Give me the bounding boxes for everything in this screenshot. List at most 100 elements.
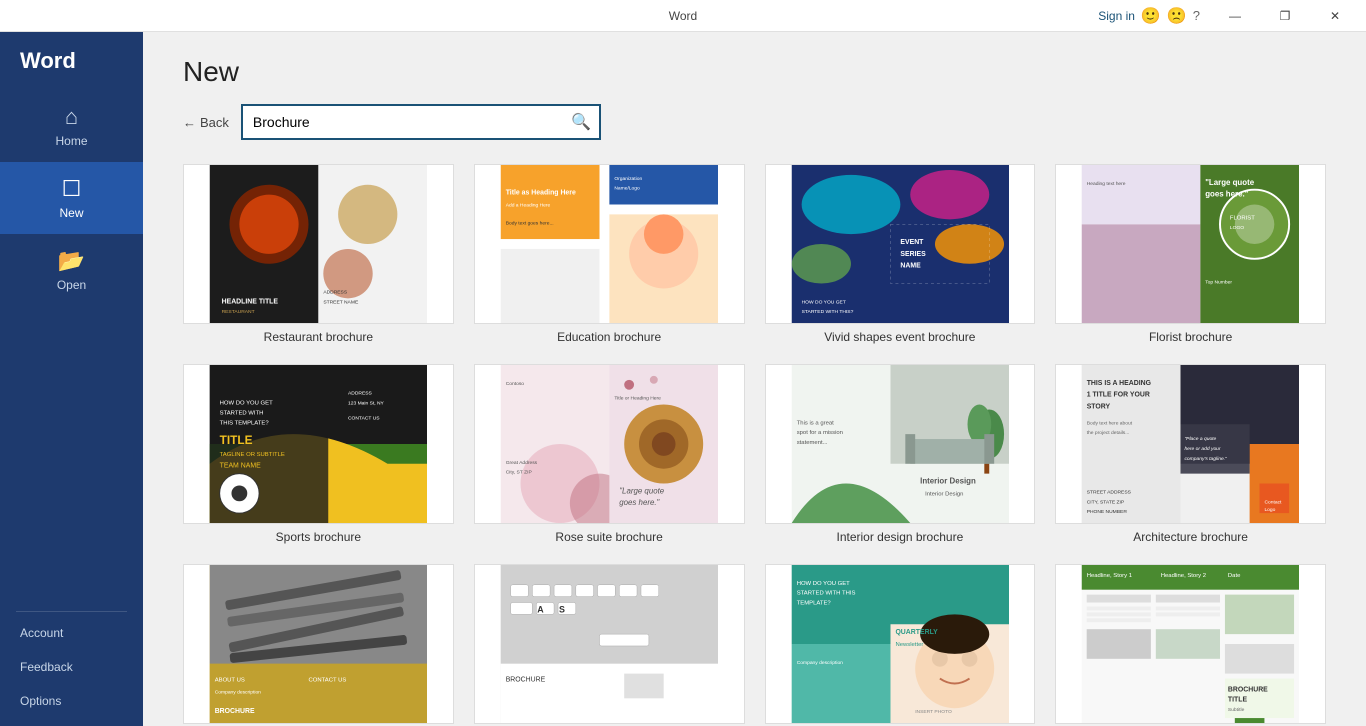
svg-text:CITY, STATE ZIP: CITY, STATE ZIP [1087, 499, 1125, 505]
svg-text:Subtitle: Subtitle [1228, 707, 1245, 713]
svg-text:123 Main St, NY: 123 Main St, NY [348, 401, 385, 407]
template-card-sports[interactable]: HOW DO YOU GET STARTED WITH THIS TEMPLAT… [183, 364, 454, 544]
back-label: Back [200, 115, 229, 130]
template-card-florist[interactable]: FLORIST LOGO "Large quote goes here." To… [1055, 164, 1326, 344]
template-card-restaurant[interactable]: HEADLINE TITLE RESTAURANT ADDRESS STREET… [183, 164, 454, 344]
sidebar-new-label: New [59, 206, 83, 220]
sidebar-item-home[interactable]: ⌂ Home [0, 90, 143, 162]
template-card-tools[interactable]: ABOUT US CONTACT US Company description … [183, 564, 454, 726]
template-card-interior[interactable]: This is a great spot for a mission state… [765, 364, 1036, 544]
template-label-rose: Rose suite brochure [555, 530, 662, 544]
happy-face-icon[interactable]: 🙂 [1141, 6, 1161, 26]
search-input[interactable] [243, 106, 563, 138]
sidebar-divider [16, 611, 127, 612]
svg-text:Newsletter: Newsletter [895, 642, 923, 648]
svg-text:HOW DO YOU GET: HOW DO YOU GET [220, 401, 273, 407]
svg-text:goes here.": goes here." [1205, 190, 1248, 199]
template-thumb-florist: FLORIST LOGO "Large quote goes here." To… [1055, 164, 1326, 324]
sidebar-item-open[interactable]: 📂 Open [0, 234, 143, 306]
sidebar: Word ⌂ Home ☐ New 📂 Open Account Feedbac… [0, 32, 143, 726]
template-thumb-news: BROCHURE TITLE Subtitle Headline, Story … [1055, 564, 1326, 724]
title-bar: Word Sign in 🙂 🙁 ? — ❐ ✕ [0, 0, 1366, 32]
template-label-interior: Interior design brochure [837, 530, 964, 544]
svg-text:Contact: Contact [1265, 499, 1283, 505]
template-thumb-baby: HOW DO YOU GET STARTED WITH THIS TEMPLAT… [765, 564, 1036, 724]
search-button[interactable]: 🔍 [563, 106, 599, 138]
template-card-keyboard[interactable]: A S COMPANY LOGO BROCHURE [474, 564, 745, 726]
template-grid: HEADLINE TITLE RESTAURANT ADDRESS STREET… [183, 164, 1326, 726]
sidebar-item-feedback[interactable]: Feedback [0, 650, 143, 684]
template-label-sports: Sports brochure [276, 530, 361, 544]
svg-text:A: A [537, 604, 544, 614]
template-card-baby[interactable]: HOW DO YOU GET STARTED WITH THIS TEMPLAT… [765, 564, 1036, 726]
close-button[interactable]: ✕ [1312, 0, 1358, 32]
svg-text:PHONE NUMBER: PHONE NUMBER [1087, 509, 1128, 515]
svg-text:Title or Heading Here: Title or Heading Here [614, 396, 661, 402]
svg-text:spot for a mission: spot for a mission [796, 430, 842, 436]
sign-in-link[interactable]: Sign in [1098, 9, 1135, 23]
svg-text:SERIES: SERIES [900, 251, 926, 258]
svg-text:Name/Logo: Name/Logo [614, 186, 640, 192]
svg-text:CONTACT US: CONTACT US [348, 415, 380, 421]
svg-text:Organization: Organization [614, 176, 642, 182]
template-card-architecture[interactable]: Contact Logo THIS IS A HEADING 1 TITLE F… [1055, 364, 1326, 544]
svg-text:STARTED WITH THIS?: STARTED WITH THIS? [801, 309, 853, 315]
svg-text:STARTED WITH THIS: STARTED WITH THIS [796, 591, 855, 597]
sidebar-item-new[interactable]: ☐ New [0, 162, 143, 234]
page-title: New [183, 56, 1326, 88]
svg-text:HOW DO YOU GET: HOW DO YOU GET [801, 299, 845, 305]
sidebar-nav: ⌂ Home ☐ New 📂 Open [0, 90, 143, 607]
svg-text:This is a great: This is a great [796, 420, 833, 426]
back-button[interactable]: ← Back [183, 115, 229, 130]
template-card-education[interactable]: Title as Heading Here Add a Heading Here… [474, 164, 745, 344]
search-icon: 🔍 [571, 112, 591, 132]
template-card-rose[interactable]: Title or Heading Here "Large quote goes … [474, 364, 745, 544]
template-thumb-vivid: EVENT SERIES NAME HOW DO YOU GET STARTED… [765, 164, 1036, 324]
app-title: Word [669, 9, 697, 23]
search-bar: ← Back 🔍 [183, 104, 1326, 140]
svg-text:STREET ADDRESS: STREET ADDRESS [1087, 489, 1132, 495]
sidebar-item-account[interactable]: Account [0, 616, 143, 650]
minimize-button[interactable]: — [1212, 0, 1258, 32]
svg-text:LOGO: LOGO [1230, 225, 1244, 231]
svg-text:STARTED WITH: STARTED WITH [220, 410, 264, 416]
svg-text:ADDRESS: ADDRESS [323, 289, 348, 295]
svg-text:HOW DO YOU GET: HOW DO YOU GET [796, 581, 849, 587]
template-label-education: Education brochure [557, 330, 661, 344]
svg-text:BROCHURE: BROCHURE [1228, 686, 1268, 693]
svg-text:Heading text here: Heading text here [1087, 181, 1126, 187]
sidebar-open-label: Open [57, 278, 86, 292]
templates-area[interactable]: HEADLINE TITLE RESTAURANT ADDRESS STREET… [143, 156, 1366, 726]
svg-text:TAGLINE OR SUBTITLE: TAGLINE OR SUBTITLE [220, 452, 285, 458]
template-label-florist: Florist brochure [1149, 330, 1232, 344]
restore-button[interactable]: ❐ [1262, 0, 1308, 32]
sidebar-item-options[interactable]: Options [0, 684, 143, 718]
sidebar-home-label: Home [55, 134, 87, 148]
svg-text:THIS IS A HEADING: THIS IS A HEADING [1087, 380, 1151, 387]
svg-text:"Large quote: "Large quote [1205, 178, 1255, 187]
svg-text:City, ST ZIP: City, ST ZIP [505, 470, 532, 476]
template-thumb-sports: HOW DO YOU GET STARTED WITH THIS TEMPLAT… [183, 364, 454, 524]
svg-text:STREET NAME: STREET NAME [323, 299, 359, 305]
sign-in-area: Sign in 🙂 🙁 ? [1098, 6, 1200, 26]
template-thumb-rose: Title or Heading Here "Large quote goes … [474, 364, 745, 524]
svg-text:QUARTERLY: QUARTERLY [895, 629, 938, 636]
search-input-wrap: 🔍 [241, 104, 601, 140]
svg-text:Contoso: Contoso [505, 381, 524, 387]
svg-text:HEADLINE TITLE: HEADLINE TITLE [222, 298, 279, 305]
template-card-news[interactable]: BROCHURE TITLE Subtitle Headline, Story … [1055, 564, 1326, 726]
svg-text:Company description: Company description [796, 660, 842, 666]
title-bar-controls: Sign in 🙂 🙁 ? — ❐ ✕ [1098, 0, 1358, 32]
svg-text:Company description: Company description [215, 689, 261, 695]
svg-text:company's tagline.": company's tagline." [1185, 456, 1228, 462]
svg-text:TITLE: TITLE [1228, 696, 1248, 703]
template-card-vivid[interactable]: EVENT SERIES NAME HOW DO YOU GET STARTED… [765, 164, 1036, 344]
svg-text:Title as Heading Here: Title as Heading Here [505, 190, 575, 197]
svg-text:Great Address: Great Address [505, 460, 537, 466]
svg-text:Interior Design: Interior Design [925, 491, 963, 497]
open-icon: 📂 [58, 248, 85, 274]
sad-face-icon[interactable]: 🙁 [1167, 6, 1187, 26]
content-header: New ← Back 🔍 [143, 32, 1366, 156]
template-thumb-keyboard: A S COMPANY LOGO BROCHURE [474, 564, 745, 724]
help-icon[interactable]: ? [1193, 8, 1200, 23]
